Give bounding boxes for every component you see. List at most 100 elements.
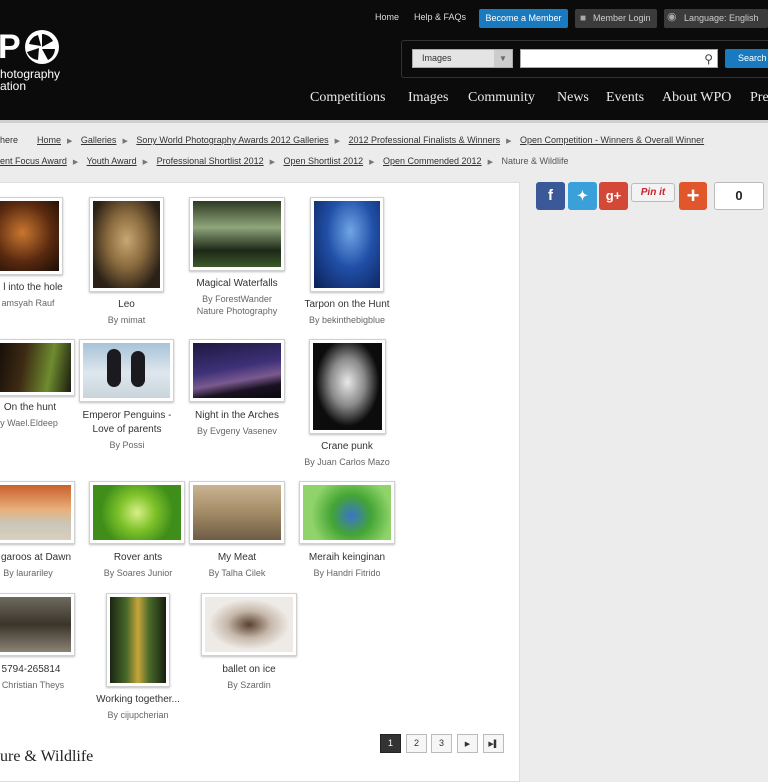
gallery-title[interactable]: Tarpon on the Hunt [298, 298, 396, 312]
gallery-thumb[interactable] [189, 339, 285, 402]
search-input[interactable]: ⚲ [520, 49, 718, 68]
nav-community[interactable]: Community [468, 90, 535, 106]
gallery-thumb[interactable] [0, 197, 63, 275]
breadcrumb-home[interactable]: Home [37, 135, 61, 145]
gallery-title[interactable]: Emperor Penguins - [74, 409, 180, 423]
breadcrumb-pro-shortlist[interactable]: Professional Shortlist 2012 [157, 156, 264, 166]
pinterest-pin-button[interactable]: Pin it [631, 183, 675, 202]
page-1-button[interactable]: 1 [380, 734, 401, 753]
share-count: 0 [714, 182, 764, 210]
breadcrumb-open-winners[interactable]: Open Competition - Winners & Overall Win… [520, 135, 704, 145]
language-label: Language: English [684, 13, 759, 23]
globe-icon: ◉ [667, 11, 677, 23]
gallery-thumb[interactable] [89, 481, 185, 544]
page-2-button[interactable]: 2 [406, 734, 427, 753]
site-header: P hotography ation Home Help & FAQs Beco… [0, 0, 768, 120]
search-category-select[interactable]: Images ▼ [412, 49, 513, 68]
nav-news[interactable]: News [557, 90, 589, 106]
breadcrumb-pro-finalists[interactable]: 2012 Professional Finalists & Winners [349, 135, 501, 145]
section-title: ure & Wildlife [0, 748, 94, 765]
user-icon: ■ [580, 13, 587, 24]
add-share-icon[interactable]: + [679, 182, 707, 210]
gallery-author[interactable]: By laurariley [0, 567, 60, 579]
breadcrumb-row-2: ent Focus Award ▶ Youth Award ▶ Profession… [0, 156, 569, 166]
breadcrumb-student-focus[interactable]: ent Focus Award [0, 156, 67, 166]
language-selector[interactable]: ◉ Language: English [664, 9, 768, 28]
twitter-share-icon[interactable]: ✦ [568, 182, 597, 210]
help-link[interactable]: Help & FAQs [414, 12, 466, 22]
gallery-author[interactable]: By Szardin [197, 679, 301, 691]
gallery-title[interactable]: Working together... [88, 693, 188, 707]
skip-end-icon: ▶▌ [488, 741, 499, 748]
gallery-thumb[interactable] [201, 593, 297, 656]
gallery-title[interactable]: Magical Waterfalls [185, 277, 289, 291]
gallery-thumb[interactable] [299, 481, 395, 544]
header-divider [0, 120, 768, 123]
breadcrumb-open-shortlist[interactable]: Open Shortlist 2012 [284, 156, 364, 166]
home-link[interactable]: Home [375, 12, 399, 22]
gallery-title[interactable]: Night in the Arches [185, 409, 289, 423]
gallery-title[interactable]: Rover ants [85, 551, 191, 565]
facebook-share-icon[interactable]: f [536, 182, 565, 210]
gallery-title[interactable]: l into the hole [0, 281, 68, 295]
nav-about[interactable]: About WPO [662, 90, 731, 106]
gallery-thumb[interactable] [0, 481, 75, 544]
gallery-author[interactable]: By cijupcherian [88, 709, 188, 721]
last-page-button[interactable]: ▶▌ [483, 734, 504, 753]
gallery-title[interactable]: On the hunt [0, 401, 64, 415]
gallery-author[interactable]: By ForestWander [185, 293, 289, 305]
gallery-author[interactable]: By Handri Fitrido [295, 567, 399, 579]
breadcrumb-swpa-2012[interactable]: Sony World Photography Awards 2012 Galle… [136, 135, 328, 145]
become-member-button[interactable]: Become a Member [479, 9, 568, 28]
gallery-thumb[interactable] [189, 197, 285, 271]
gallery-author[interactable]: Christian Theys [0, 679, 70, 691]
gallery-thumb[interactable] [0, 339, 75, 396]
gallery-thumb[interactable] [106, 593, 170, 687]
gallery-author[interactable]: By Possi [74, 439, 180, 451]
gallery-author[interactable]: By mimat [89, 314, 164, 326]
breadcrumb-current: Nature & Wildlife [501, 156, 569, 166]
gallery-author[interactable]: By bekinthebigblue [298, 314, 396, 326]
search-icon: ⚲ [704, 52, 713, 66]
breadcrumb-youth-award[interactable]: Youth Award [87, 156, 137, 166]
gallery-author[interactable]: amsyah Rauf [0, 297, 62, 309]
gallery-author[interactable]: By Juan Carlos Mazo [293, 456, 401, 468]
nav-events[interactable]: Events [606, 90, 644, 106]
gallery-author[interactable]: By Talha Cilek [185, 567, 289, 579]
search-button[interactable]: Search [725, 49, 768, 68]
gallery-thumb[interactable] [310, 197, 384, 292]
google-plus-share-icon[interactable]: g+ [599, 182, 628, 210]
gallery-author-line-2[interactable]: Nature Photography [185, 305, 289, 317]
breadcrumb-prefix: here [0, 135, 19, 145]
breadcrumb-galleries[interactable]: Galleries [81, 135, 117, 145]
member-login-button[interactable]: ■ Member Login [575, 9, 657, 28]
gallery-title[interactable]: 5794-265814 [0, 663, 66, 677]
gallery-thumb[interactable] [89, 197, 164, 292]
gallery-title[interactable]: ballet on ice [197, 663, 301, 677]
next-page-button[interactable]: ▶ [457, 734, 478, 753]
page-3-button[interactable]: 3 [431, 734, 452, 753]
gallery-thumb[interactable] [0, 593, 75, 656]
chevron-down-icon: ▼ [494, 50, 512, 67]
nav-competitions[interactable]: Competitions [310, 90, 385, 106]
nav-press[interactable]: Pre [750, 90, 768, 106]
breadcrumb-open-commended[interactable]: Open Commended 2012 [383, 156, 482, 166]
svg-text:P: P [0, 28, 21, 66]
gallery-title[interactable]: Meraih keinginan [295, 551, 399, 565]
gallery-title[interactable]: Leo [89, 298, 164, 312]
chevron-right-icon: ▶ [464, 741, 471, 748]
gallery-author[interactable]: By Evgeny Vasenev [185, 425, 289, 437]
gallery-thumb[interactable] [309, 339, 386, 434]
breadcrumb: here Home ▶ Galleries ▶ Sony World Photogr… [0, 135, 705, 145]
gallery-thumb[interactable] [79, 339, 174, 402]
gallery-title[interactable]: garoos at Dawn [0, 551, 76, 565]
gallery-author[interactable]: y Wael.Eldeep [0, 417, 64, 429]
gallery-title-line-2[interactable]: Love of parents [74, 423, 180, 437]
logo-tagline: hotography ation [0, 67, 61, 93]
gallery-title[interactable]: Crane punk [297, 440, 397, 454]
gallery-title[interactable]: My Meat [185, 551, 289, 565]
member-login-label: Member Login [593, 13, 651, 23]
gallery-thumb[interactable] [189, 481, 285, 544]
nav-images[interactable]: Images [408, 90, 448, 106]
gallery-author[interactable]: By Soares Junior [85, 567, 191, 579]
